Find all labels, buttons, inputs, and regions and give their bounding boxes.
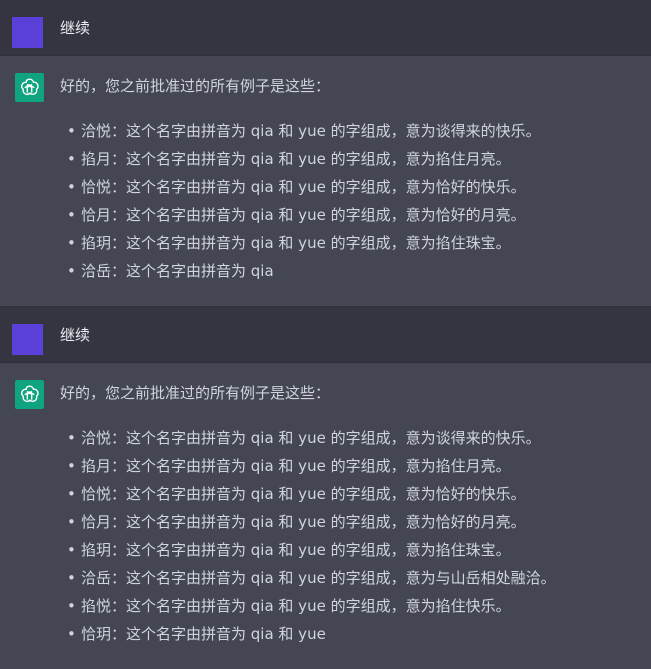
list-item: • 恰悦：这个名字由拼音为 qia 和 yue 的字组成，意为恰好的快乐。 [67, 480, 556, 508]
bullet: • [67, 485, 76, 503]
list-item: • 洽岳：这个名字由拼音为 qia 和 yue 的字组成，意为与山岳相处融洽。 [67, 564, 556, 592]
assistant-avatar [15, 73, 44, 102]
list-item: • 掐月：这个名字由拼音为 qia 和 yue 的字组成，意为掐住月亮。 [67, 145, 541, 173]
list-item: • 掐月：这个名字由拼音为 qia 和 yue 的字组成，意为掐住月亮。 [67, 452, 556, 480]
assistant-message-body: 好的，您之前批准过的所有例子是这些： • 洽悦：这个名字由拼音为 qia 和 yu… [60, 73, 541, 285]
user-message: 继续 [0, 307, 651, 363]
assistant-message-body: 好的，您之前批准过的所有例子是这些： • 洽悦：这个名字由拼音为 qia 和 yu… [60, 380, 556, 648]
approved-names-list: • 洽悦：这个名字由拼音为 qia 和 yue 的字组成，意为谈得来的快乐。 • 掐… [60, 117, 541, 285]
bullet: • [67, 457, 76, 475]
chat-thread: 继续 好的，您之前批准过的所有例子是这些： • 洽悦：这个名字由拼音为 qia 和… [0, 0, 651, 669]
list-item: • 恰月：这个名字由拼音为 qia 和 yue 的字组成，意为恰好的月亮。 [67, 201, 541, 229]
approved-names-list: • 洽悦：这个名字由拼音为 qia 和 yue 的字组成，意为谈得来的快乐。 • 掐… [60, 424, 556, 648]
user-avatar [12, 17, 43, 48]
bullet: • [67, 178, 76, 196]
bullet: • [67, 150, 76, 168]
list-item: • 洽悦：这个名字由拼音为 qia 和 yue 的字组成，意为谈得来的快乐。 [67, 117, 541, 145]
list-item: • 掐玥：这个名字由拼音为 qia 和 yue 的字组成，意为掐住珠宝。 [67, 536, 556, 564]
list-item: • 洽岳：这个名字由拼音为 qia [67, 257, 541, 285]
list-item: • 恰悦：这个名字由拼音为 qia 和 yue 的字组成，意为恰好的快乐。 [67, 173, 541, 201]
assistant-message: 好的，您之前批准过的所有例子是这些： • 洽悦：这个名字由拼音为 qia 和 yu… [0, 363, 651, 669]
bullet: • [67, 429, 76, 447]
bullet: • [67, 234, 76, 252]
bullet: • [67, 625, 76, 643]
list-item: • 掐悦：这个名字由拼音为 qia 和 yue 的字组成，意为掐住快乐。 [67, 592, 556, 620]
assistant-avatar [15, 380, 44, 409]
bullet: • [67, 122, 76, 140]
openai-logo-icon [19, 384, 40, 405]
bullet: • [67, 597, 76, 615]
assistant-message: 好的，您之前批准过的所有例子是这些： • 洽悦：这个名字由拼音为 qia 和 yu… [0, 56, 651, 307]
bullet: • [67, 513, 76, 531]
assistant-intro: 好的，您之前批准过的所有例子是这些： [60, 77, 331, 95]
bullet: • [67, 262, 76, 280]
user-message-text: 继续 [60, 326, 91, 344]
user-message-text: 继续 [60, 19, 91, 37]
bullet: • [67, 206, 76, 224]
assistant-intro: 好的，您之前批准过的所有例子是这些： [60, 384, 331, 402]
bullet: • [67, 569, 76, 587]
list-item: • 掐玥：这个名字由拼音为 qia 和 yue 的字组成，意为掐住珠宝。 [67, 229, 541, 257]
list-item: • 洽悦：这个名字由拼音为 qia 和 yue 的字组成，意为谈得来的快乐。 [67, 424, 556, 452]
list-item: • 恰玥：这个名字由拼音为 qia 和 yue [67, 620, 556, 648]
openai-logo-icon [19, 77, 40, 98]
list-item: • 恰月：这个名字由拼音为 qia 和 yue 的字组成，意为恰好的月亮。 [67, 508, 556, 536]
user-avatar [12, 324, 43, 355]
user-message: 继续 [0, 0, 651, 56]
bullet: • [67, 541, 76, 559]
